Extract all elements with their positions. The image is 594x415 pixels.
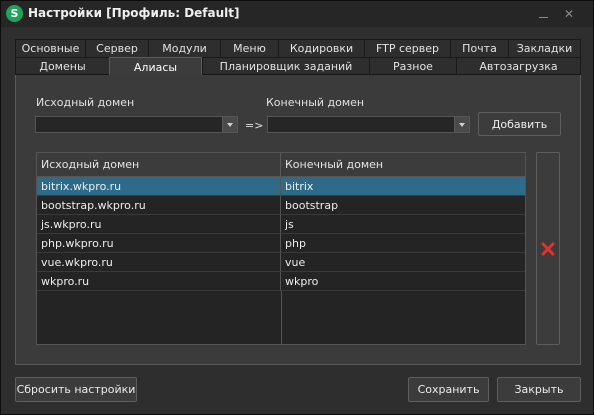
close-window-button[interactable]: ✕	[556, 4, 582, 23]
table-cell-source: php.wkpro.ru	[37, 234, 281, 253]
reset-settings-button[interactable]: Сбросить настройки	[15, 377, 137, 402]
tab-domains[interactable]: Домены	[15, 57, 109, 75]
settings-window: S Настройки [Профиль: Default] ✕ Основны…	[0, 0, 594, 415]
save-button[interactable]: Сохранить	[408, 377, 489, 402]
table-cell-target: bitrix	[281, 177, 525, 196]
tab-mail[interactable]: Почта	[450, 39, 508, 57]
tab-autostart[interactable]: Автозагрузка	[456, 57, 581, 75]
table-row[interactable]: php.wkpro.ru php	[37, 234, 525, 253]
tab-scheduler[interactable]: Планировщик заданий	[202, 57, 369, 75]
delete-icon	[541, 242, 555, 255]
table-row[interactable]: wkpro.ru wkpro	[37, 272, 525, 291]
table-cell-target: bootstrap	[281, 196, 525, 215]
close-button[interactable]: Закрыть	[497, 377, 581, 402]
table-cell-source: wkpro.ru	[37, 272, 281, 291]
target-domain-value	[268, 117, 272, 132]
tab-modules[interactable]: Модули	[148, 39, 220, 57]
table-cell-source: js.wkpro.ru	[37, 215, 281, 234]
tab-menu[interactable]: Меню	[220, 39, 278, 57]
close-icon: ✕	[563, 6, 575, 21]
source-domain-combo[interactable]	[35, 116, 238, 133]
table-row[interactable]: vue.wkpro.ru vue	[37, 253, 525, 272]
minimize-icon	[538, 16, 548, 18]
source-domain-label: Исходный домен	[36, 96, 135, 109]
title-bar[interactable]: S Настройки [Профиль: Default] ✕	[1, 1, 593, 27]
table-row[interactable]: bitrix.wkpro.ru bitrix	[37, 177, 525, 196]
table-cell-target: wkpro	[281, 272, 525, 291]
table-cell-source: bitrix.wkpro.ru	[37, 177, 281, 196]
table-cell-source: vue.wkpro.ru	[37, 253, 281, 272]
delete-alias-button[interactable]	[536, 152, 560, 345]
arrow-label: =>	[245, 119, 264, 132]
target-domain-label: Конечный домен	[266, 96, 365, 109]
column-divider	[281, 291, 282, 344]
table-cell-target: js	[281, 215, 525, 234]
tab-misc[interactable]: Разное	[369, 57, 456, 75]
tabs-row-2: Домены Алиасы Планировщик заданий Разное…	[15, 57, 581, 76]
tab-encodings[interactable]: Кодировки	[278, 39, 364, 57]
add-button[interactable]: Добавить	[478, 112, 561, 136]
tab-bookmarks[interactable]: Закладки	[508, 39, 581, 57]
chevron-down-icon[interactable]	[454, 117, 469, 132]
tab-aliases[interactable]: Алиасы	[109, 57, 202, 76]
table-header: Исходный домен Конечный домен	[37, 153, 525, 177]
column-header-target[interactable]: Конечный домен	[281, 153, 525, 176]
column-header-source[interactable]: Исходный домен	[37, 153, 281, 176]
target-domain-combo[interactable]	[267, 116, 470, 133]
table-cell-source: bootstrap.wkpro.ru	[37, 196, 281, 215]
table-row[interactable]: bootstrap.wkpro.ru bootstrap	[37, 196, 525, 215]
tab-ftp-server[interactable]: FTP сервер	[364, 39, 450, 57]
tab-basic[interactable]: Основные	[15, 39, 85, 57]
source-domain-value	[36, 117, 40, 132]
table-cell-target: php	[281, 234, 525, 253]
chevron-down-icon[interactable]	[222, 117, 237, 132]
table-row[interactable]: js.wkpro.ru js	[37, 215, 525, 234]
tabs-row-1: Основные Сервер Модули Меню Кодировки FT…	[15, 39, 581, 57]
app-icon: S	[6, 5, 23, 22]
window-title: Настройки [Профиль: Default]	[28, 6, 240, 20]
tab-server[interactable]: Сервер	[85, 39, 148, 57]
minimize-button[interactable]	[532, 4, 554, 23]
aliases-table[interactable]: Исходный домен Конечный домен bitrix.wkp…	[36, 152, 526, 345]
table-cell-target: vue	[281, 253, 525, 272]
